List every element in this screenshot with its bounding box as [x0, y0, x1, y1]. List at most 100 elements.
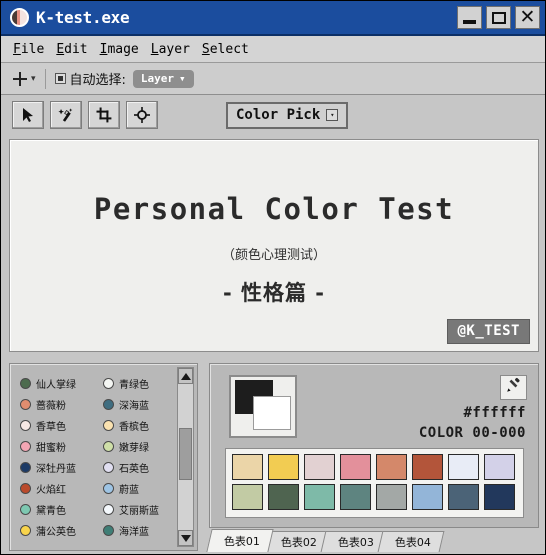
- close-button[interactable]: ✕: [515, 6, 540, 29]
- swatch-row: [232, 484, 517, 510]
- background-color-chip[interactable]: [253, 396, 291, 430]
- pointer-tool-button[interactable]: [12, 101, 44, 129]
- swatch[interactable]: [448, 484, 479, 510]
- swatch[interactable]: [412, 484, 443, 510]
- menu-edit[interactable]: Edit: [56, 42, 87, 57]
- list-item[interactable]: 深海蓝: [97, 394, 180, 415]
- maximize-button[interactable]: [486, 6, 511, 29]
- title-bar: K-test.exe ✕: [1, 1, 545, 36]
- color-swatch-dot: [20, 441, 31, 452]
- list-item[interactable]: 香槟色: [97, 415, 180, 436]
- color-pick-dropdown[interactable]: Color Pick ▾: [226, 101, 349, 129]
- magic-wand-tool-button[interactable]: [50, 101, 82, 129]
- app-icon: [10, 8, 29, 27]
- list-item[interactable]: 甜蜜粉: [14, 436, 97, 457]
- list-item[interactable]: 嫩芽绿: [97, 436, 180, 457]
- minimize-icon: [463, 19, 476, 24]
- swatch[interactable]: [340, 454, 371, 480]
- minimize-button[interactable]: [457, 6, 482, 29]
- tab-color-table-04[interactable]: 色表04: [377, 531, 445, 552]
- canvas-title: Personal Color Test: [93, 192, 455, 226]
- color-name: 香槟色: [119, 422, 149, 433]
- color-swatch-dot: [20, 483, 31, 494]
- list-item[interactable]: 海洋蓝: [97, 520, 180, 541]
- crop-icon: [96, 107, 112, 123]
- color-name: 蔚蓝: [119, 485, 139, 496]
- color-name: 深牡丹蓝: [36, 464, 76, 475]
- list-item[interactable]: 青绿色: [97, 373, 180, 394]
- swatch[interactable]: [304, 454, 335, 480]
- list-item[interactable]: 火焰红: [14, 478, 97, 499]
- chevron-down-icon: ▾: [31, 73, 36, 84]
- swatch[interactable]: [448, 454, 479, 480]
- list-item[interactable]: 仙人掌绿: [14, 373, 97, 394]
- foreground-background-color-selector[interactable]: [229, 375, 297, 438]
- swatch[interactable]: [484, 454, 515, 480]
- swatch[interactable]: [340, 484, 371, 510]
- tab-label: 色表01: [223, 535, 260, 548]
- color-list-panel: 仙人掌绿 蔷薇粉 香草色 甜蜜粉 深牡丹蓝 火焰红 黛青色 蒲公英色 青绿色 深…: [9, 363, 198, 551]
- swatch-tabs: 色表01 色表02 色表03 色表04: [206, 528, 445, 552]
- color-list-scrollbar[interactable]: [177, 367, 194, 547]
- eyedropper-button[interactable]: [500, 375, 527, 400]
- swatch-row: [232, 454, 517, 480]
- target-icon: [134, 107, 150, 123]
- swatch[interactable]: [268, 484, 299, 510]
- crop-tool-button[interactable]: [88, 101, 120, 129]
- checkbox-icon: [54, 73, 66, 84]
- tab-color-table-01[interactable]: 色表01: [206, 529, 274, 552]
- move-icon: [12, 71, 28, 87]
- menu-layer[interactable]: Layer: [151, 42, 190, 57]
- scrollbar-thumb[interactable]: [179, 428, 192, 480]
- list-item[interactable]: 艾丽斯蓝: [97, 499, 180, 520]
- target-tool-button[interactable]: [126, 101, 158, 129]
- swatch[interactable]: [232, 484, 263, 510]
- swatch-grid: [225, 448, 524, 518]
- eyedropper-icon: [505, 377, 522, 398]
- menu-file[interactable]: File: [13, 42, 44, 57]
- color-list-right-column: 青绿色 深海蓝 香槟色 嫩芽绿 石英色 蔚蓝 艾丽斯蓝 海洋蓝: [97, 368, 180, 546]
- color-name: 深海蓝: [119, 401, 149, 412]
- color-swatch-dot: [20, 399, 31, 410]
- list-item[interactable]: 深牡丹蓝: [14, 457, 97, 478]
- layer-dropdown[interactable]: Layer ▾: [132, 69, 194, 88]
- list-item[interactable]: 蒲公英色: [14, 520, 97, 541]
- color-swatch-panel: #ffffff COLOR 00-000: [209, 363, 539, 528]
- swatch[interactable]: [412, 454, 443, 480]
- list-item[interactable]: 黛青色: [14, 499, 97, 520]
- window-controls: ✕: [457, 6, 540, 29]
- color-name: 蒲公英色: [36, 527, 76, 538]
- list-item[interactable]: 蔚蓝: [97, 478, 180, 499]
- tool-bar: Color Pick ▾: [1, 95, 545, 135]
- swatch[interactable]: [376, 484, 407, 510]
- color-swatch-dot: [103, 399, 114, 410]
- swatch[interactable]: [376, 454, 407, 480]
- tab-label: 色表04: [394, 536, 431, 549]
- menu-select[interactable]: Select: [202, 42, 249, 57]
- scroll-up-button[interactable]: [178, 368, 193, 384]
- swatch[interactable]: [268, 454, 299, 480]
- color-pick-label: Color Pick: [236, 107, 321, 123]
- hex-value: #ffffff: [463, 405, 526, 421]
- color-swatch-dot: [20, 525, 31, 536]
- swatch[interactable]: [232, 454, 263, 480]
- menu-image[interactable]: Image: [100, 42, 139, 57]
- canvas-section-title: - 性格篇 -: [222, 281, 326, 305]
- scroll-down-button[interactable]: [178, 530, 193, 546]
- auto-select-checkbox[interactable]: 自动选择:: [54, 69, 126, 88]
- swatch[interactable]: [484, 484, 515, 510]
- canvas-area[interactable]: Personal Color Test （颜色心理测试） - 性格篇 - @K_…: [9, 139, 539, 352]
- color-swatch-dot: [103, 462, 114, 473]
- swatch[interactable]: [304, 484, 335, 510]
- color-swatch-dot: [20, 462, 31, 473]
- color-swatch-dot: [20, 378, 31, 389]
- list-item[interactable]: 石英色: [97, 457, 180, 478]
- color-swatch-dot: [103, 525, 114, 536]
- toolbar-separator: [44, 68, 46, 89]
- move-tool-selector[interactable]: ▾: [12, 71, 36, 87]
- color-name: 海洋蓝: [119, 527, 149, 538]
- color-name: 仙人掌绿: [36, 380, 76, 391]
- list-item[interactable]: 香草色: [14, 415, 97, 436]
- list-item[interactable]: 蔷薇粉: [14, 394, 97, 415]
- color-name: 火焰红: [36, 485, 66, 496]
